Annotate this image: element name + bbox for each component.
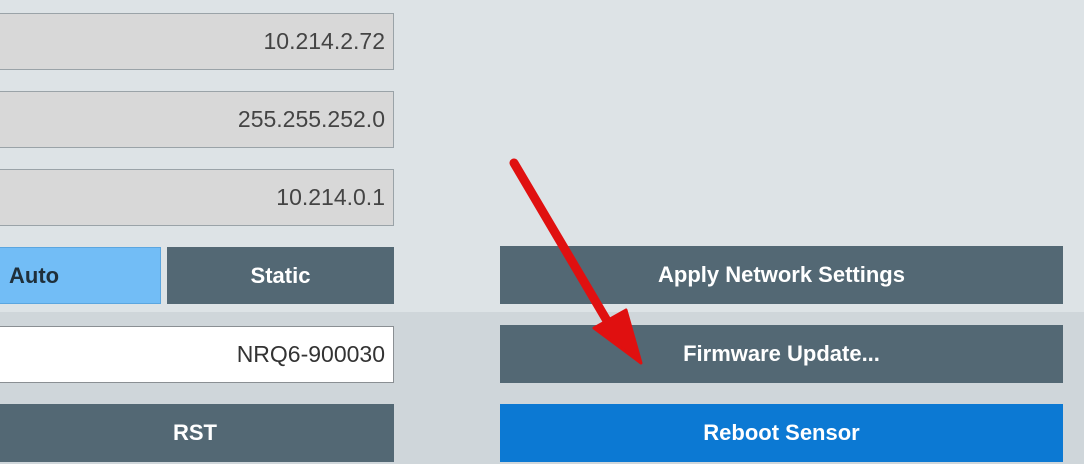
auto-mode-button[interactable]: Auto	[0, 247, 161, 304]
firmware-update-button[interactable]: Firmware Update...	[500, 325, 1063, 383]
gateway-field[interactable]	[0, 169, 394, 226]
subnet-mask-field[interactable]	[0, 91, 394, 148]
reboot-sensor-button[interactable]: Reboot Sensor	[500, 404, 1063, 462]
rst-button[interactable]: RST	[0, 404, 394, 462]
static-mode-button[interactable]: Static	[167, 247, 394, 304]
ip-address-field[interactable]	[0, 13, 394, 70]
device-name-input[interactable]	[0, 326, 394, 383]
apply-network-settings-button[interactable]: Apply Network Settings	[500, 246, 1063, 304]
